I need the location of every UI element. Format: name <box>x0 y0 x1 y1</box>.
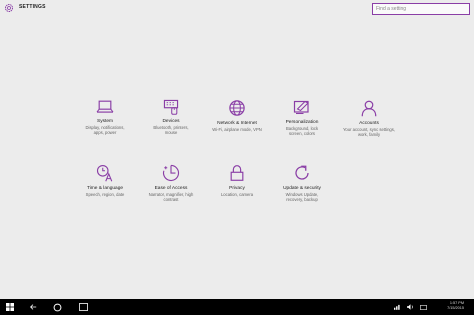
volume-icon <box>406 304 413 310</box>
tile-personalization[interactable]: Personalization Background, lock screen,… <box>272 99 332 136</box>
ease-of-access-icon <box>162 164 180 182</box>
settings-window: SETTINGS Find a setting System Display, … <box>0 0 474 315</box>
network-tray-icon[interactable] <box>392 299 402 315</box>
start-button[interactable] <box>2 299 18 315</box>
tile-network[interactable]: Network & Internet Wi-Fi, airplane mode,… <box>207 99 267 132</box>
tile-description: Wi-Fi, airplane mode, VPN <box>212 127 262 132</box>
tile-description: Location, camera <box>220 192 254 197</box>
search-input[interactable]: Find a setting <box>372 3 470 15</box>
lock-icon <box>230 165 244 181</box>
keyboard-devices-icon <box>163 99 179 115</box>
task-view-button[interactable] <box>76 299 90 315</box>
tile-ease-of-access[interactable]: Ease of Access Narrator, magnifier, high… <box>141 164 201 202</box>
tile-description: Bluetooth, printers, mouse <box>153 125 189 136</box>
tile-devices[interactable]: Devices Bluetooth, printers, mouse <box>141 99 201 135</box>
taskbar: 1:57 PM 7/15/2015 <box>0 299 474 315</box>
tile-description: Windows Update, recovery, backup <box>285 192 319 203</box>
laptop-icon <box>96 100 114 113</box>
clock-date: 7/15/2015 <box>447 306 464 310</box>
back-button[interactable] <box>26 299 40 315</box>
keyboard-tray-icon[interactable] <box>418 299 428 315</box>
tile-privacy[interactable]: Privacy Location, camera <box>207 164 267 197</box>
clock[interactable]: 1:57 PM 7/15/2015 <box>447 301 464 311</box>
tile-description: Background, lock screen, colors <box>285 126 319 137</box>
header-bar: SETTINGS Find a setting <box>0 0 474 17</box>
keyboard-icon <box>419 304 427 310</box>
tile-description: Your account, sync settings, work, famil… <box>343 127 395 138</box>
paint-icon <box>293 100 309 115</box>
globe-icon <box>229 100 245 116</box>
tile-description: Narrator, magnifier, high contrast <box>148 192 194 203</box>
person-icon <box>361 100 377 117</box>
tile-system[interactable]: System Display, notifications, apps, pow… <box>75 99 135 135</box>
cortana-circle-icon <box>53 303 61 311</box>
tile-description: Speech, region, date <box>85 192 125 197</box>
windows-logo-icon <box>6 303 14 311</box>
volume-tray-icon[interactable] <box>405 299 415 315</box>
time-language-icon <box>96 164 113 182</box>
tile-time-language[interactable]: Time & language Speech, region, date <box>75 164 135 197</box>
back-arrow-icon <box>30 304 37 310</box>
refresh-icon <box>295 165 309 180</box>
page-title: SETTINGS <box>19 4 46 10</box>
tile-update-security[interactable]: Update & security Windows Update, recove… <box>272 164 332 202</box>
network-icon <box>393 304 400 310</box>
task-view-icon <box>78 303 88 311</box>
gear-icon <box>5 4 13 12</box>
tile-description: Display, notifications, apps, power <box>85 125 125 136</box>
search-button[interactable] <box>50 299 64 315</box>
tile-accounts[interactable]: Accounts Your account, sync settings, wo… <box>339 99 399 137</box>
